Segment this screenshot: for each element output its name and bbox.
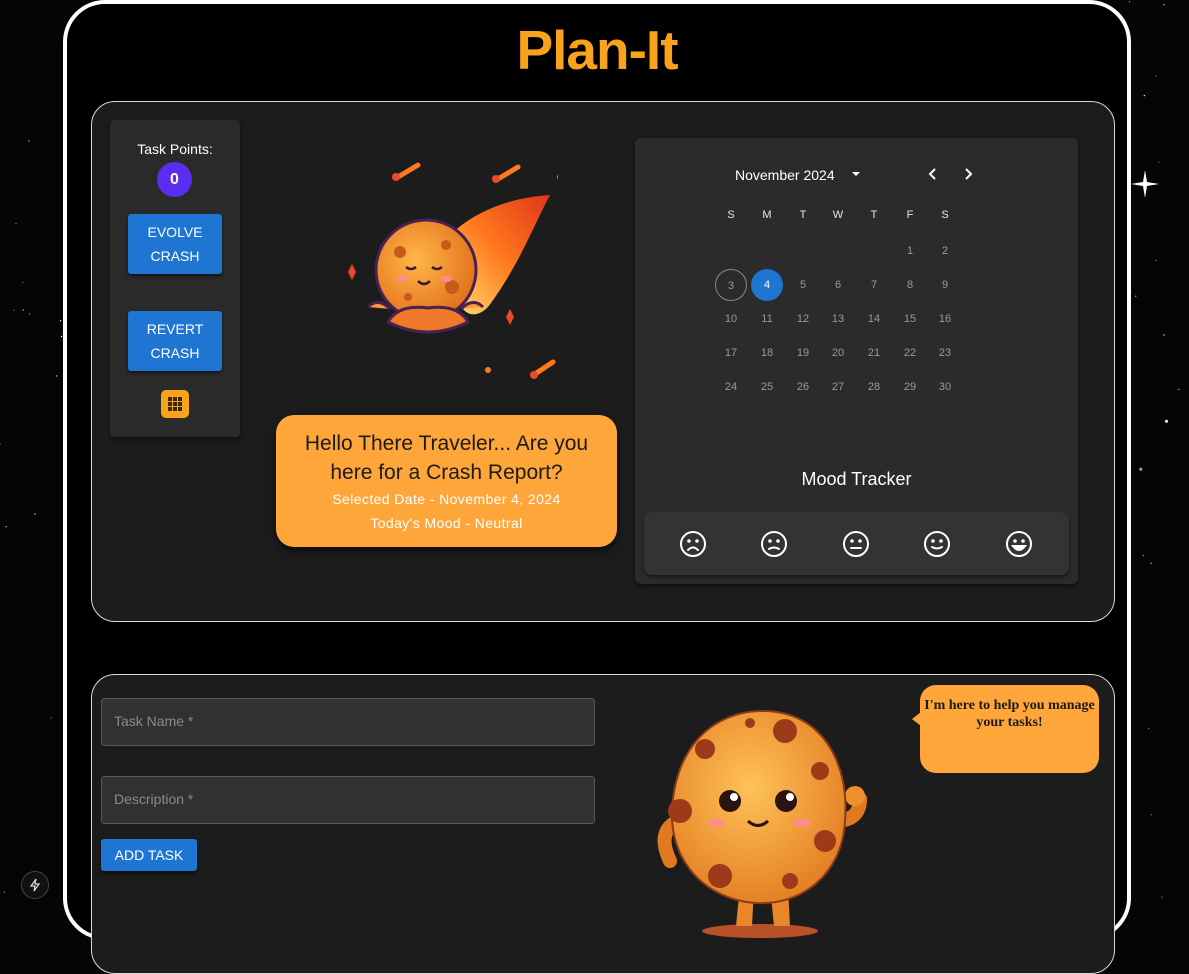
mood-tracker-title: Mood Tracker bbox=[801, 469, 912, 489]
revert-label-line2: CRASH bbox=[150, 345, 200, 361]
calendar-card: November 2024 SMTWTFS 1 2 3 4 5 6 7 8 9 10 11 12 13 1… bbox=[635, 138, 1078, 584]
apps-grid-button[interactable] bbox=[161, 390, 189, 418]
calendar-day[interactable]: 19 bbox=[787, 337, 819, 369]
weekday-label: S bbox=[727, 209, 735, 221]
app-frame: Plan-It Task Points: 0 EVOLVE CRASH REVE… bbox=[63, 0, 1131, 974]
calendar-day[interactable]: 15 bbox=[894, 303, 926, 335]
calendar-day[interactable]: 24 bbox=[715, 371, 747, 403]
calendar-day[interactable]: 27 bbox=[822, 371, 854, 403]
calendar-day[interactable]: 25 bbox=[751, 371, 783, 403]
calendar-day[interactable]: 7 bbox=[858, 269, 890, 301]
todays-mood-text: Today's Mood - Neutral bbox=[370, 515, 523, 531]
task-points-sidebar: Task Points: 0 EVOLVE CRASH REVERT CRASH bbox=[110, 120, 240, 437]
calendar-day[interactable]: 12 bbox=[787, 303, 819, 335]
calendar-day[interactable]: 8 bbox=[894, 269, 926, 301]
bolt-glyph-icon bbox=[29, 878, 41, 892]
speech-bubble-tip bbox=[912, 712, 921, 726]
calendar-day[interactable]: 2 bbox=[929, 235, 961, 267]
helper-speech-bubble: I'm here to help you manage your tasks! bbox=[912, 685, 1099, 773]
greeting-message: Hello There Traveler... Are you here for… bbox=[304, 432, 589, 484]
calendar-day[interactable]: 6 bbox=[822, 269, 854, 301]
greeting-bubble: Hello There Traveler... Are you here for… bbox=[276, 415, 617, 547]
sad-face-icon[interactable] bbox=[759, 529, 789, 559]
calendar-day[interactable]: 1 bbox=[894, 235, 926, 267]
very-sad-face-icon[interactable] bbox=[678, 529, 708, 559]
calendar-day[interactable]: 9 bbox=[929, 269, 961, 301]
content-face-icon[interactable] bbox=[922, 529, 952, 559]
calendar-day[interactable]: 13 bbox=[822, 303, 854, 335]
revert-crash-button[interactable]: REVERT CRASH bbox=[128, 311, 222, 371]
weekday-label: F bbox=[906, 209, 914, 221]
calendar-day[interactable]: 29 bbox=[894, 371, 926, 403]
weekday-label: W bbox=[832, 209, 844, 221]
calendar-day[interactable]: 11 bbox=[751, 303, 783, 335]
calendar-day[interactable]: 17 bbox=[715, 337, 747, 369]
calendar-day[interactable]: 26 bbox=[787, 371, 819, 403]
add-task-button[interactable]: ADD TASK bbox=[101, 839, 197, 871]
task-panel: Task Name * Description * ADD TASK I'm h… bbox=[91, 674, 1115, 974]
calendar-month-label[interactable]: November 2024 bbox=[735, 167, 835, 183]
chevron-down-icon[interactable] bbox=[850, 168, 862, 180]
calendar-day[interactable]: 28 bbox=[858, 371, 890, 403]
calendar-day[interactable]: 10 bbox=[715, 303, 747, 335]
weekday-label: T bbox=[799, 209, 807, 221]
apps-grid-icon bbox=[168, 397, 182, 411]
task-points-label: Task Points: bbox=[137, 141, 213, 157]
calendar-day[interactable]: 20 bbox=[822, 337, 854, 369]
mood-selector bbox=[644, 512, 1069, 575]
calendar-day[interactable]: 4 bbox=[751, 269, 783, 301]
helper-message: I'm here to help you manage your tasks! bbox=[924, 698, 1095, 730]
calendar-day[interactable]: 5 bbox=[787, 269, 819, 301]
meditating-meteor-mascot bbox=[348, 162, 558, 379]
description-input[interactable]: Description * bbox=[101, 776, 595, 824]
weekday-label: M bbox=[762, 209, 772, 221]
task-name-input[interactable]: Task Name * bbox=[101, 698, 595, 746]
chevron-right-icon[interactable] bbox=[960, 166, 976, 182]
waving-asteroid-mascot bbox=[657, 709, 867, 938]
calendar-day[interactable]: 21 bbox=[858, 337, 890, 369]
calendar-day[interactable]: 14 bbox=[858, 303, 890, 335]
weekday-label: T bbox=[870, 209, 878, 221]
weekday-label: S bbox=[941, 209, 949, 221]
calendar-day[interactable]: 16 bbox=[929, 303, 961, 335]
evolve-crash-button[interactable]: EVOLVE CRASH bbox=[128, 214, 222, 274]
very-happy-face-icon[interactable] bbox=[1004, 529, 1034, 559]
calendar-day[interactable]: 3 bbox=[715, 269, 747, 301]
lightning-bolt-icon[interactable] bbox=[21, 871, 49, 899]
revert-label-line1: REVERT bbox=[146, 321, 204, 337]
app-title: Plan-It bbox=[516, 19, 678, 81]
selected-date-text: Selected Date - November 4, 2024 bbox=[332, 491, 561, 507]
calendar-day[interactable]: 22 bbox=[894, 337, 926, 369]
calendar-day[interactable]: 23 bbox=[929, 337, 961, 369]
neutral-face-icon[interactable] bbox=[841, 529, 871, 559]
calendar-day[interactable]: 18 bbox=[751, 337, 783, 369]
evolve-label-line2: CRASH bbox=[150, 248, 200, 264]
dashboard-panel: Task Points: 0 EVOLVE CRASH REVERT CRASH bbox=[91, 101, 1115, 622]
evolve-label-line1: EVOLVE bbox=[147, 224, 203, 240]
calendar-day[interactable]: 30 bbox=[929, 371, 961, 403]
chevron-left-icon[interactable] bbox=[925, 166, 941, 182]
task-points-badge: 0 bbox=[157, 162, 192, 197]
